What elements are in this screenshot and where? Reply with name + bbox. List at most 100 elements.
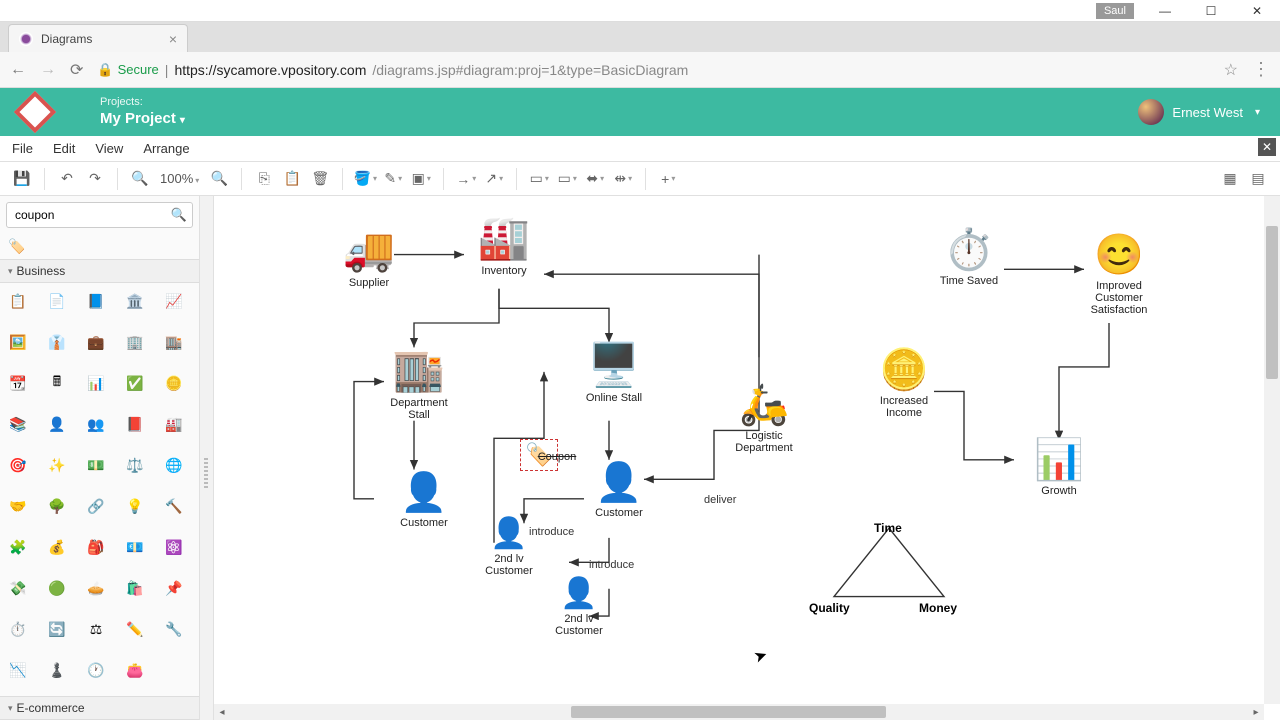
browser-tab[interactable]: Diagrams × [8, 24, 188, 52]
palette-shape[interactable]: 🛍️ [123, 577, 147, 601]
node-online-stall[interactable]: 🖥️ Online Stall [564, 341, 664, 404]
palette-shape[interactable]: 📘 [84, 289, 108, 313]
menu-arrange[interactable]: Arrange [143, 141, 189, 156]
palette-shape[interactable]: 🏬 [162, 330, 186, 354]
connector-style-button[interactable]: → [454, 167, 478, 191]
node-department-stall[interactable]: 🏬 Department Stall [369, 346, 469, 421]
tab-close-icon[interactable]: × [169, 31, 177, 47]
palette-shape[interactable]: ⏱️ [6, 618, 30, 642]
node-customer-1[interactable]: 👤 Customer [384, 471, 464, 529]
undo-button[interactable]: ↶ [55, 167, 79, 191]
zoom-out-button[interactable]: 🔍 [128, 167, 152, 191]
user-menu[interactable]: Ernest West ▾ [1138, 99, 1260, 125]
app-logo-icon[interactable] [14, 91, 56, 133]
palette-shape[interactable]: 📆 [6, 371, 30, 395]
diagram-canvas[interactable]: 🚚 Supplier 🏭 Inventory 🏬 Department Stal… [214, 196, 1280, 720]
palette-shape[interactable]: 📋 [6, 289, 30, 313]
insert-button[interactable]: + [656, 167, 680, 191]
palette-shape[interactable]: 👤 [45, 412, 69, 436]
scrollbar-thumb[interactable] [1266, 226, 1278, 378]
palette-shape[interactable]: 🔨 [162, 494, 186, 518]
palette-shape[interactable]: 🤝 [6, 494, 30, 518]
to-back-button[interactable]: ▭ [555, 167, 579, 191]
category-ecommerce[interactable]: E-commerce [0, 696, 199, 720]
palette-shape[interactable]: ⚖ [84, 618, 108, 642]
palette-shape[interactable]: ✅ [123, 371, 147, 395]
palette-shape[interactable]: 📚 [6, 412, 30, 436]
node-growth[interactable]: 📊 Growth [1014, 436, 1104, 497]
palette-shape[interactable]: 🖼️ [6, 330, 30, 354]
node-logistic-department[interactable]: 🛵 Logistic Department [714, 381, 814, 454]
palette-shape[interactable]: 🎒 [84, 536, 108, 560]
palette-shape[interactable]: 🏛️ [123, 289, 147, 313]
delete-button[interactable]: 🗑 [308, 167, 332, 191]
url-input[interactable]: 🔒 Secure | https://sycamore.vpository.co… [97, 62, 1209, 78]
palette-shape[interactable]: 🔄 [45, 618, 69, 642]
palette-shape[interactable]: 🏭 [162, 412, 186, 436]
palette-shape[interactable]: ⚖️ [123, 453, 147, 477]
align-button[interactable]: ⬌ [583, 167, 607, 191]
menu-file[interactable]: File [12, 141, 33, 156]
node-supplier[interactable]: 🚚 Supplier [324, 226, 414, 289]
window-minimize-button[interactable]: — [1142, 0, 1188, 21]
canvas-horizontal-scrollbar[interactable]: ◂ ▸ [214, 704, 1264, 720]
waypoint-style-button[interactable]: ↗ [482, 167, 506, 191]
fill-color-button[interactable]: 🪣 [353, 167, 377, 191]
line-color-button[interactable]: ✎ [381, 167, 405, 191]
palette-shape[interactable]: 💵 [84, 453, 108, 477]
palette-shape[interactable]: 🔗 [84, 494, 108, 518]
palette-shape[interactable]: ⚛️ [162, 536, 186, 560]
close-panel-button[interactable]: ✕ [1258, 138, 1276, 156]
palette-shape[interactable]: 💰 [45, 536, 69, 560]
palette-shape[interactable]: 📕 [123, 412, 147, 436]
palette-shape[interactable]: 🌳 [45, 494, 69, 518]
node-inventory[interactable]: 🏭 Inventory [459, 214, 549, 277]
paste-button[interactable]: 📋 [280, 167, 304, 191]
palette-shape[interactable]: 🕐 [84, 659, 108, 683]
forward-button[interactable]: → [40, 61, 56, 79]
canvas-vertical-scrollbar[interactable] [1264, 196, 1280, 704]
node-improved-satisfaction[interactable]: 😊 Improved Customer Satisfaction [1069, 231, 1169, 316]
reload-button[interactable]: ⟳ [70, 60, 83, 80]
palette-shape[interactable]: 💸 [6, 577, 30, 601]
zoom-in-button[interactable]: 🔍 [207, 167, 231, 191]
palette-shape[interactable]: 📌 [162, 577, 186, 601]
palette-shape[interactable]: 💡 [123, 494, 147, 518]
palette-shape[interactable]: 🟢 [45, 577, 69, 601]
palette-shape[interactable]: ♟️ [45, 659, 69, 683]
palette-shape[interactable]: 🧩 [6, 536, 30, 560]
browser-menu-icon[interactable]: ⋮ [1252, 59, 1270, 80]
palette-shape[interactable]: 🎯 [6, 453, 30, 477]
project-switcher[interactable]: Projects: My Project▾ [100, 96, 185, 127]
node-increased-income[interactable]: 🪙 Increased Income [854, 346, 954, 419]
format-panel-button[interactable]: ▦ [1218, 167, 1242, 191]
node-coupon[interactable]: 🏷️ Coupon [504, 439, 574, 485]
palette-shape[interactable]: 🔧 [162, 618, 186, 642]
palette-shape[interactable]: 💼 [84, 330, 108, 354]
scrollbar-thumb[interactable] [571, 706, 886, 718]
search-result-row[interactable]: 🏷️ [0, 234, 199, 259]
palette-shape[interactable]: 📉 [6, 659, 30, 683]
palette-shape[interactable]: 👥 [84, 412, 108, 436]
distribute-button[interactable]: ⇹ [611, 167, 635, 191]
zoom-level[interactable]: 100% [156, 171, 203, 186]
bookmark-star-icon[interactable]: ☆ [1224, 60, 1238, 80]
node-2nd-customer-2[interactable]: 👤 2nd lv Customer [539, 576, 619, 637]
menu-view[interactable]: View [95, 141, 123, 156]
palette-shape[interactable]: 🖩 [45, 371, 69, 395]
palette-shape[interactable]: ✏️ [123, 618, 147, 642]
palette-shape[interactable]: 📊 [84, 371, 108, 395]
palette-shape[interactable]: 🪙 [162, 371, 186, 395]
palette-shape[interactable]: 📈 [162, 289, 186, 313]
palette-shape[interactable]: 💶 [123, 536, 147, 560]
search-icon[interactable]: 🔍 [171, 207, 187, 223]
palette-shape[interactable]: 🥧 [84, 577, 108, 601]
to-front-button[interactable]: ▭ [527, 167, 551, 191]
category-business[interactable]: Business [0, 259, 199, 283]
palette-shape[interactable]: 🌐 [162, 453, 186, 477]
shadow-button[interactable]: ▣ [409, 167, 433, 191]
menu-edit[interactable]: Edit [53, 141, 75, 156]
palette-shape[interactable]: 👛 [123, 659, 147, 683]
window-close-button[interactable]: ✕ [1234, 0, 1280, 21]
palette-shape[interactable]: ✨ [45, 453, 69, 477]
